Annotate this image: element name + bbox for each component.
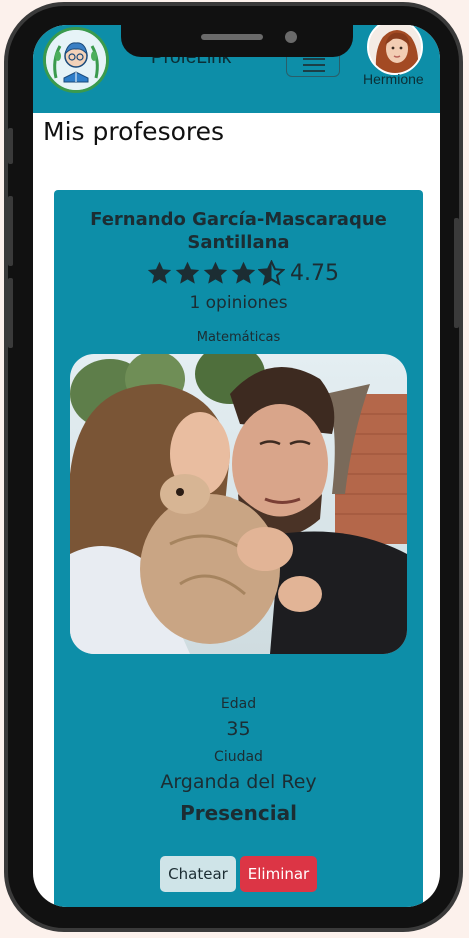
star-icon: [147, 261, 172, 284]
rating-value: 4.75: [290, 260, 339, 286]
chat-button[interactable]: Chatear: [160, 856, 236, 892]
star-icon: [203, 261, 228, 284]
opinions-count: 1 opiniones: [189, 293, 288, 313]
power-button: [454, 218, 459, 328]
page-title: Mis profesores: [43, 117, 225, 146]
username-label: Hermione: [363, 71, 424, 87]
city-label: Ciudad: [214, 749, 263, 765]
avatar[interactable]: [367, 25, 423, 75]
phone-screen: ProfeLink Hermione Mis profesores Fernan…: [33, 25, 440, 907]
star-icon: [231, 261, 256, 284]
phone-notch: [121, 25, 353, 57]
star-half-icon: [258, 259, 285, 286]
delete-button[interactable]: Eliminar: [240, 856, 317, 892]
city-value: Arganda del Rey: [160, 771, 317, 793]
volume-up-button: [8, 196, 13, 266]
volume-down-button: [8, 278, 13, 348]
mute-switch: [8, 128, 13, 164]
age-label: Edad: [220, 696, 257, 712]
subject-label: Matemáticas: [196, 330, 281, 345]
camera-icon: [285, 31, 297, 43]
teacher-name: Fernando García-Mascaraque Santillana: [90, 209, 387, 253]
student-reading-logo[interactable]: [43, 27, 109, 93]
rating-stars: 4.75: [146, 259, 339, 287]
age-value: 35: [226, 718, 251, 740]
teacher-card: Fernando García-Mascaraque Santillana 4.…: [54, 190, 423, 907]
speaker-grille: [201, 34, 263, 40]
teacher-photo: [70, 354, 407, 654]
modality-label: Presencial: [180, 801, 297, 825]
star-icon: [175, 261, 200, 284]
